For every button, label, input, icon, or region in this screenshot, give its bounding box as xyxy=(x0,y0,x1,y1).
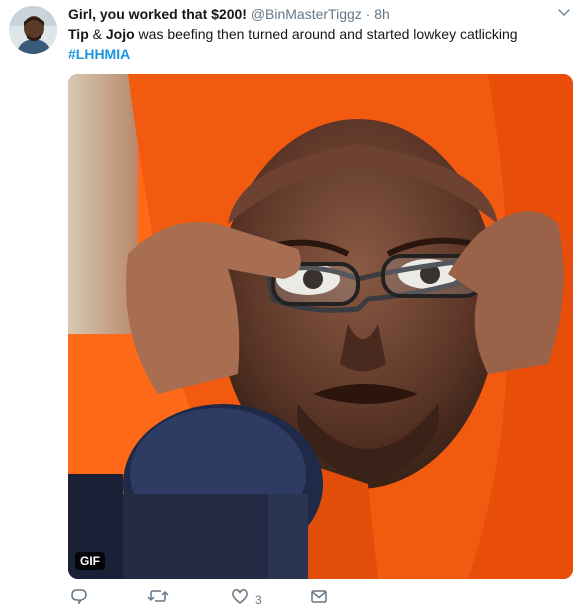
tweet[interactable]: Girl, you worked that $200! @BinMasterTi… xyxy=(0,0,584,607)
text-ampersand: & xyxy=(88,26,106,42)
tweet-actions: 3 xyxy=(68,588,508,607)
heart-icon xyxy=(231,588,249,604)
tweet-text: Tip & Jojo was beefing then turned aroun… xyxy=(68,24,568,64)
gif-frame-image xyxy=(68,74,573,579)
tweet-header: Girl, you worked that $200! @BinMasterTi… xyxy=(68,5,538,23)
mention-name-2: Jojo xyxy=(105,26,135,42)
user-handle[interactable]: @BinMasterTiggz xyxy=(251,6,362,22)
mention-name-1: Tip xyxy=(68,26,89,42)
timestamp[interactable]: 8h xyxy=(374,6,390,22)
reply-icon xyxy=(70,588,88,604)
like-count: 3 xyxy=(255,593,262,607)
reply-button[interactable] xyxy=(70,588,88,604)
retweet-icon xyxy=(147,588,169,604)
avatar[interactable] xyxy=(9,6,57,54)
retweet-button[interactable] xyxy=(147,588,169,604)
gif-badge: GIF xyxy=(75,552,105,570)
hashtag-link[interactable]: #LHHMIA xyxy=(68,44,130,64)
gif-media[interactable]: GIF xyxy=(68,74,573,579)
separator-dot: · xyxy=(365,6,371,22)
chevron-down-icon[interactable] xyxy=(556,6,572,20)
like-button[interactable]: 3 xyxy=(231,588,262,607)
direct-message-button[interactable] xyxy=(310,588,328,604)
envelope-icon xyxy=(310,588,328,604)
avatar-image xyxy=(9,6,57,54)
display-name[interactable]: Girl, you worked that $200! xyxy=(68,6,247,22)
text-body: was beefing then turned around and start… xyxy=(134,26,518,42)
